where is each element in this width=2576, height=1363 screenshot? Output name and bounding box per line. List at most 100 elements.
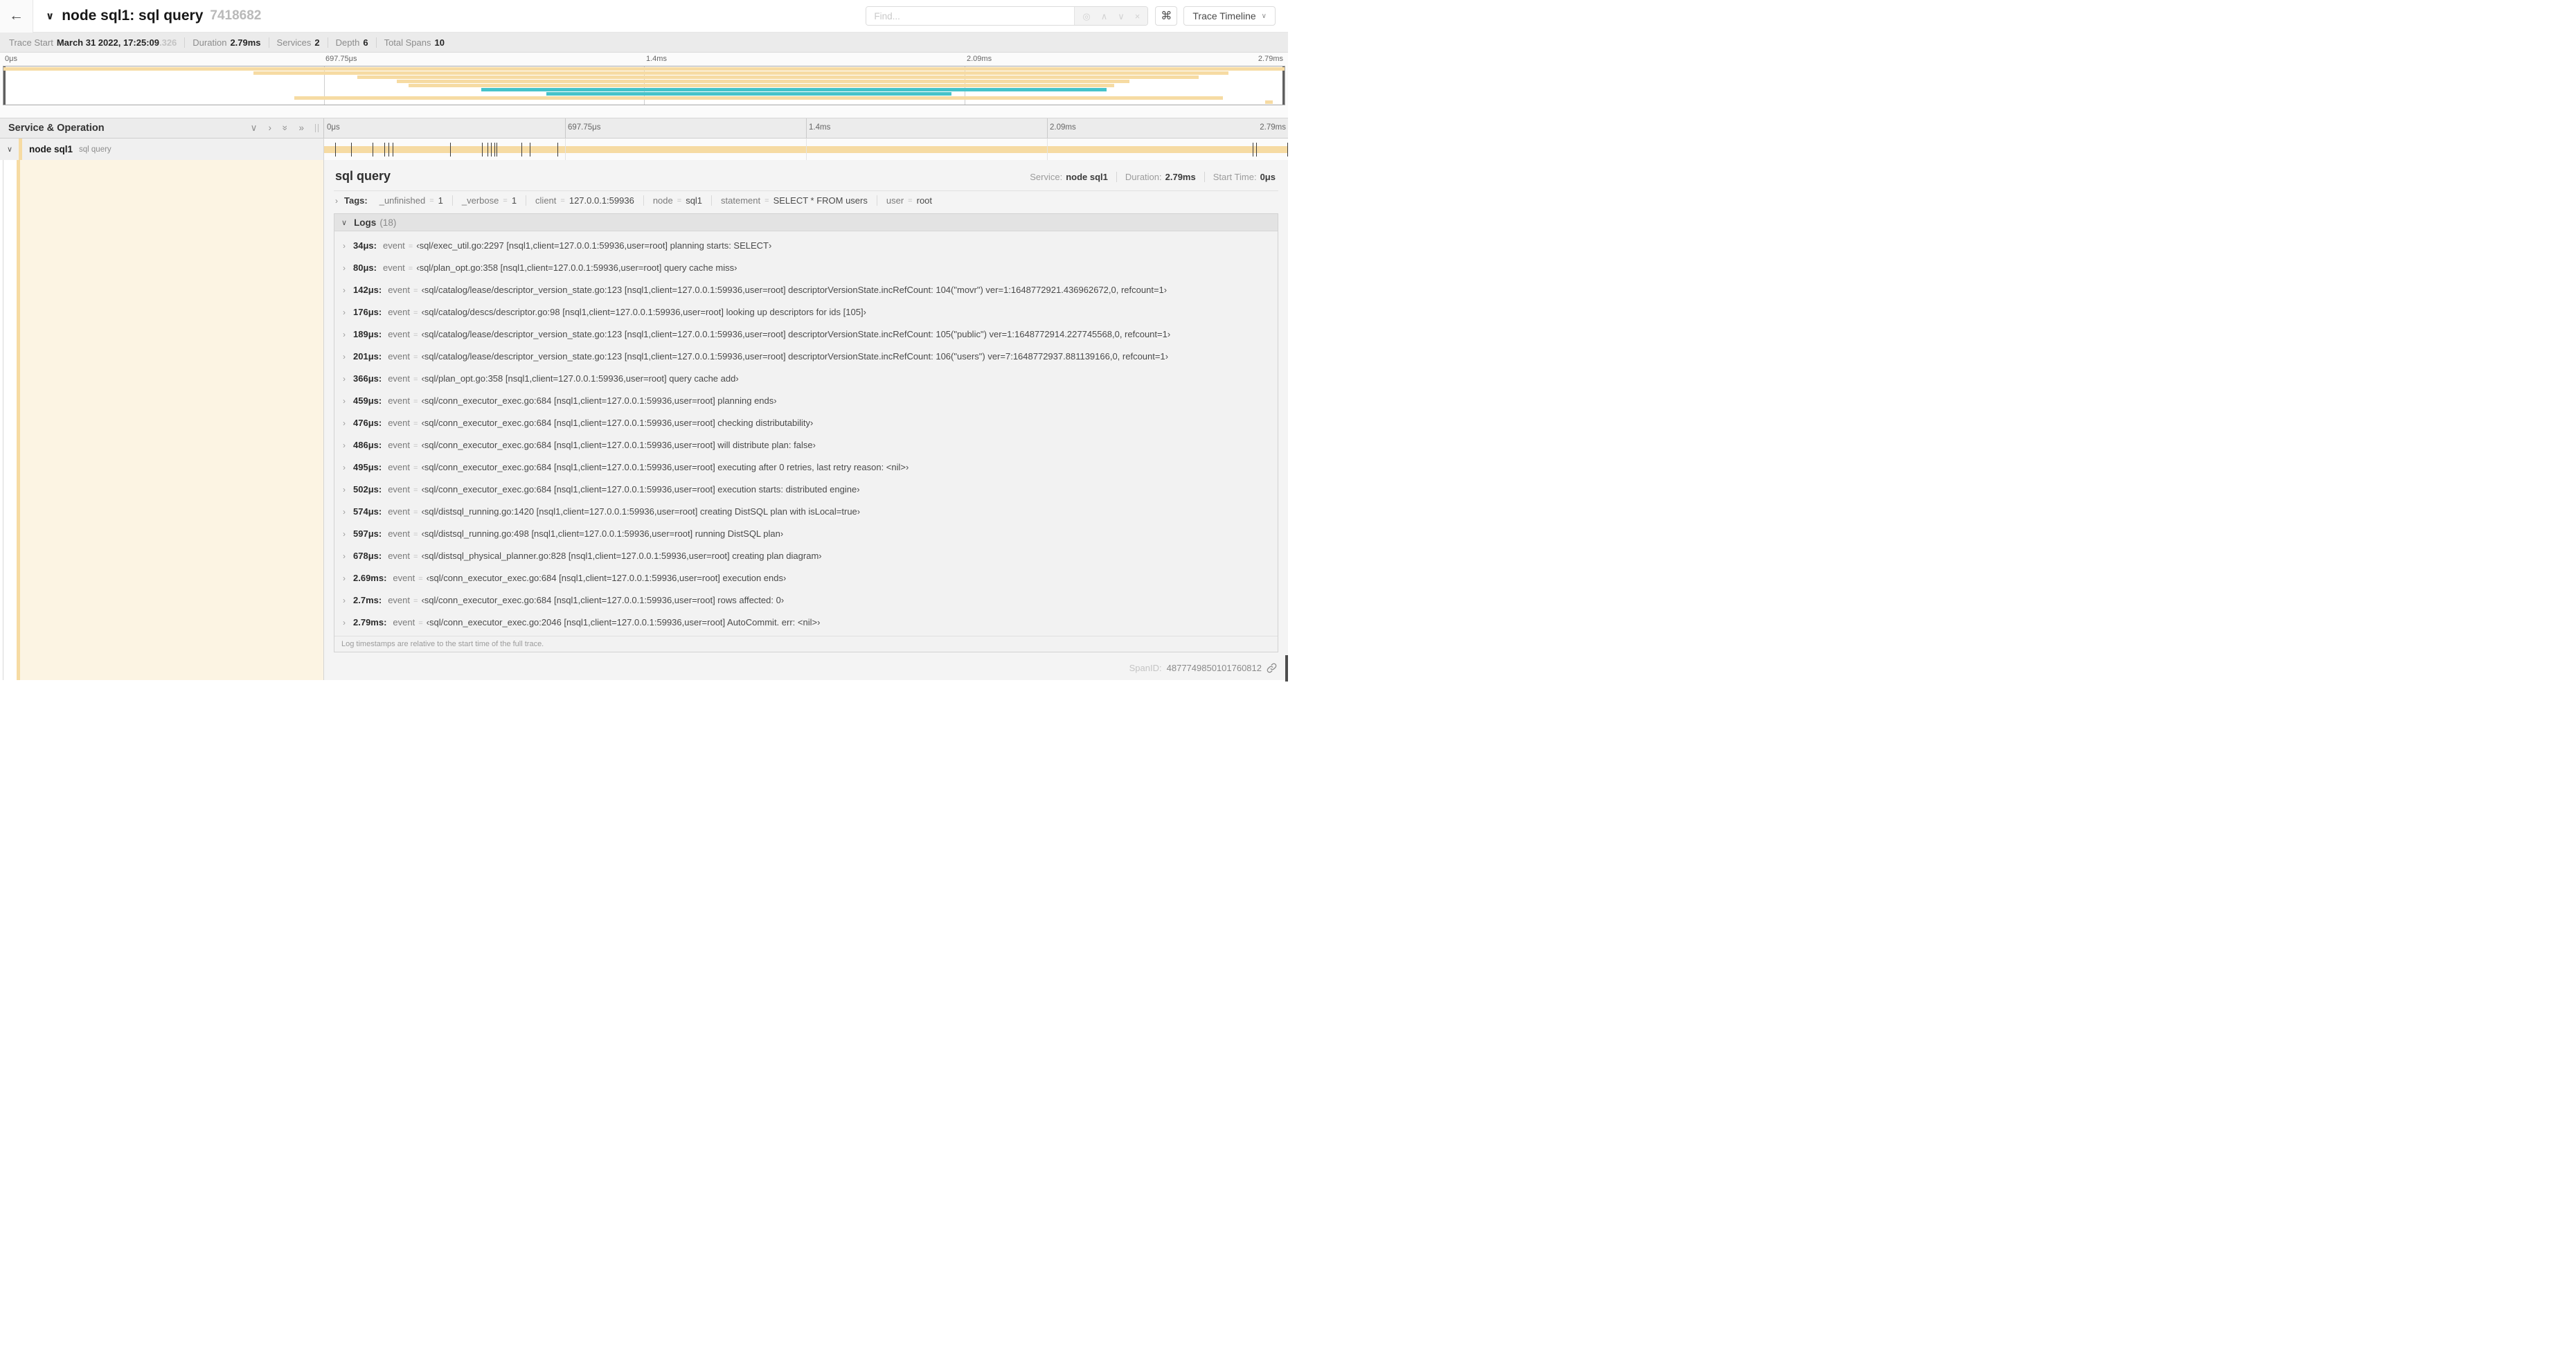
chevron-down-icon: ∨: [341, 218, 348, 227]
log-field-key: event: [388, 440, 411, 450]
timeline-header-row: Service & Operation ∨ › » » 0μs 697.75μs 1…: [0, 118, 1288, 139]
log-entry[interactable]: › 597μs: event = ‹sql/distsql_running.go:498…: [334, 523, 1278, 545]
collapse-all-icon[interactable]: »: [280, 125, 290, 131]
time-tick-label: 697.75μs: [568, 123, 601, 132]
ruler-gridline: [565, 118, 566, 138]
log-field-key: event: [388, 285, 411, 295]
locate-icon[interactable]: ◎: [1082, 12, 1090, 21]
expand-one-icon[interactable]: ›: [268, 123, 271, 133]
log-entry[interactable]: › 486μs: event = ‹sql/conn_executor_exec.go:…: [334, 434, 1278, 456]
log-message: ‹sql/conn_executor_exec.go:684 [nsql1,cl…: [421, 484, 860, 495]
log-entry[interactable]: › 176μs: event = ‹sql/catalog/descs/descript…: [334, 301, 1278, 323]
service-operation-title: Service & Operation: [8, 123, 105, 134]
next-result-icon[interactable]: ∨: [1118, 12, 1125, 21]
trace-view-selector-label: Trace Timeline: [1192, 10, 1256, 21]
tag-item[interactable]: statement = SELECT * FROM users: [712, 195, 877, 206]
tag-item[interactable]: node = sql1: [644, 195, 713, 206]
log-field-key: event: [388, 595, 411, 605]
log-message: ‹sql/conn_executor_exec.go:684 [nsql1,cl…: [421, 440, 816, 450]
log-entry[interactable]: › 2.79ms: event = ‹sql/conn_executor_exec.go…: [334, 612, 1278, 634]
log-entry[interactable]: › 476μs: event = ‹sql/conn_executor_exec.go:…: [334, 412, 1278, 434]
trace-stat: Services 2: [269, 37, 328, 48]
log-entry[interactable]: › 80μs: event = ‹sql/plan_opt.go:358 [nsql1,…: [334, 257, 1278, 279]
column-resize-grip[interactable]: [315, 124, 319, 132]
log-message: ‹sql/conn_executor_exec.go:684 [nsql1,cl…: [421, 462, 909, 472]
log-entry[interactable]: › 574μs: event = ‹sql/distsql_running.go:142…: [334, 501, 1278, 523]
log-event-tick: [521, 142, 523, 157]
log-entry[interactable]: › 502μs: event = ‹sql/conn_executor_exec.go:…: [334, 479, 1278, 501]
log-entry[interactable]: › 495μs: event = ‹sql/conn_executor_exec.go:…: [334, 456, 1278, 479]
log-entry[interactable]: › 2.7ms: event = ‹sql/conn_executor_exec.go:…: [334, 589, 1278, 612]
time-tick-label: 0μs: [5, 55, 17, 63]
log-field-key: event: [388, 373, 411, 384]
minimap-left-scrubber[interactable]: [3, 66, 6, 105]
trace-summary-bar: Trace Start March 31 2022, 17:25:09.326 Du…: [0, 33, 1288, 53]
log-entry[interactable]: › 366μs: event = ‹sql/plan_opt.go:358 [nsql1…: [334, 368, 1278, 390]
span-detail-title: sql query: [335, 169, 391, 183]
log-timestamp: 176μs:: [353, 307, 382, 317]
prev-result-icon[interactable]: ∧: [1101, 12, 1108, 21]
deep-link-icon[interactable]: [1267, 663, 1277, 673]
span-bar-cell[interactable]: [324, 139, 1288, 160]
log-entry[interactable]: › 459μs: event = ‹sql/conn_executor_exec.go:…: [334, 390, 1278, 412]
log-equals: =: [413, 508, 418, 517]
back-arrow-icon: ←: [9, 8, 24, 24]
log-field-key: event: [388, 551, 411, 561]
find-input[interactable]: [866, 7, 1075, 25]
scrollbar-thumb[interactable]: [1285, 655, 1288, 682]
minimap-right-scrubber[interactable]: [1282, 66, 1285, 105]
keyboard-shortcuts-button[interactable]: ⌘: [1155, 6, 1178, 26]
minimap-span-bar: [1265, 100, 1273, 104]
log-timestamp: 486μs:: [353, 440, 382, 450]
log-message: ‹sql/distsql_running.go:1420 [nsql1,clie…: [421, 506, 861, 517]
clear-search-icon[interactable]: ×: [1135, 12, 1141, 21]
tag-item[interactable]: user = root: [877, 195, 941, 206]
log-message: ‹sql/catalog/lease/descriptor_version_st…: [421, 285, 1168, 295]
span-id-value: 4877749850101760812: [1166, 663, 1262, 673]
log-field-key: event: [388, 351, 411, 362]
log-message: ‹sql/catalog/descs/descriptor.go:98 [nsq…: [421, 307, 866, 317]
tags-row[interactable]: › Tags: _unfinished = 1 _verbose = 1 client = 12…: [334, 191, 1278, 210]
log-equals: =: [413, 309, 418, 317]
span-name-cell[interactable]: ∨ node sql1 sql query: [0, 139, 324, 160]
log-event-tick: [482, 142, 483, 157]
span-collapse-chevron-icon[interactable]: ∨: [7, 145, 19, 154]
expand-all-icon[interactable]: »: [298, 123, 304, 133]
log-event-tick: [388, 142, 390, 157]
log-entry[interactable]: › 142μs: event = ‹sql/catalog/lease/descript…: [334, 279, 1278, 301]
log-message: ‹sql/conn_executor_exec.go:2046 [nsql1,c…: [426, 617, 821, 627]
timeline-ruler: 0μs 697.75μs 1.4ms 2.09ms 2.79ms: [324, 118, 1288, 138]
log-message: ‹sql/exec_util.go:2297 [nsql1,client=127…: [416, 240, 772, 251]
minimap-span-bar: [294, 96, 1224, 100]
log-event-tick: [334, 142, 336, 157]
chevron-right-icon: ›: [343, 241, 346, 251]
log-field-key: event: [382, 240, 405, 251]
logs-footnote: Log timestamps are relative to the start…: [334, 636, 1278, 652]
tag-item[interactable]: _unfinished = 1: [370, 195, 453, 206]
collapse-one-icon[interactable]: ∨: [251, 123, 258, 133]
log-entry[interactable]: › 678μs: event = ‹sql/distsql_physical_plann…: [334, 545, 1278, 567]
chevron-right-icon: ›: [343, 440, 346, 450]
log-entry[interactable]: › 189μs: event = ‹sql/catalog/lease/descript…: [334, 323, 1278, 346]
chevron-right-icon: ›: [343, 330, 346, 339]
chevron-right-icon: ›: [343, 418, 346, 428]
log-entry[interactable]: › 201μs: event = ‹sql/catalog/lease/descript…: [334, 346, 1278, 368]
chevron-right-icon: ›: [343, 529, 346, 539]
back-button[interactable]: ←: [0, 0, 33, 33]
log-equals: =: [413, 553, 418, 561]
log-event-tick: [1287, 142, 1288, 157]
log-event-tick: [350, 142, 352, 157]
tag-item[interactable]: client = 127.0.0.1:59936: [526, 195, 644, 206]
log-entry[interactable]: › 34μs: event = ‹sql/exec_util.go:2297 [nsql…: [334, 235, 1278, 257]
log-timestamp: 502μs:: [353, 484, 382, 495]
tag-item[interactable]: _verbose = 1: [453, 195, 527, 206]
span-stat: Service: node sql1: [1021, 172, 1117, 182]
log-entry[interactable]: › 2.69ms: event = ‹sql/conn_executor_exec.go…: [334, 567, 1278, 589]
chevron-right-icon[interactable]: ›: [335, 196, 338, 206]
log-equals: =: [408, 242, 413, 251]
logs-header[interactable]: ∨ Logs (18): [334, 214, 1278, 231]
trace-view-selector[interactable]: Trace Timeline ∨: [1183, 6, 1276, 26]
trace-collapse-chevron-icon[interactable]: ∨: [46, 10, 54, 22]
minimap-canvas[interactable]: [3, 66, 1285, 105]
chevron-right-icon: ›: [343, 573, 346, 583]
